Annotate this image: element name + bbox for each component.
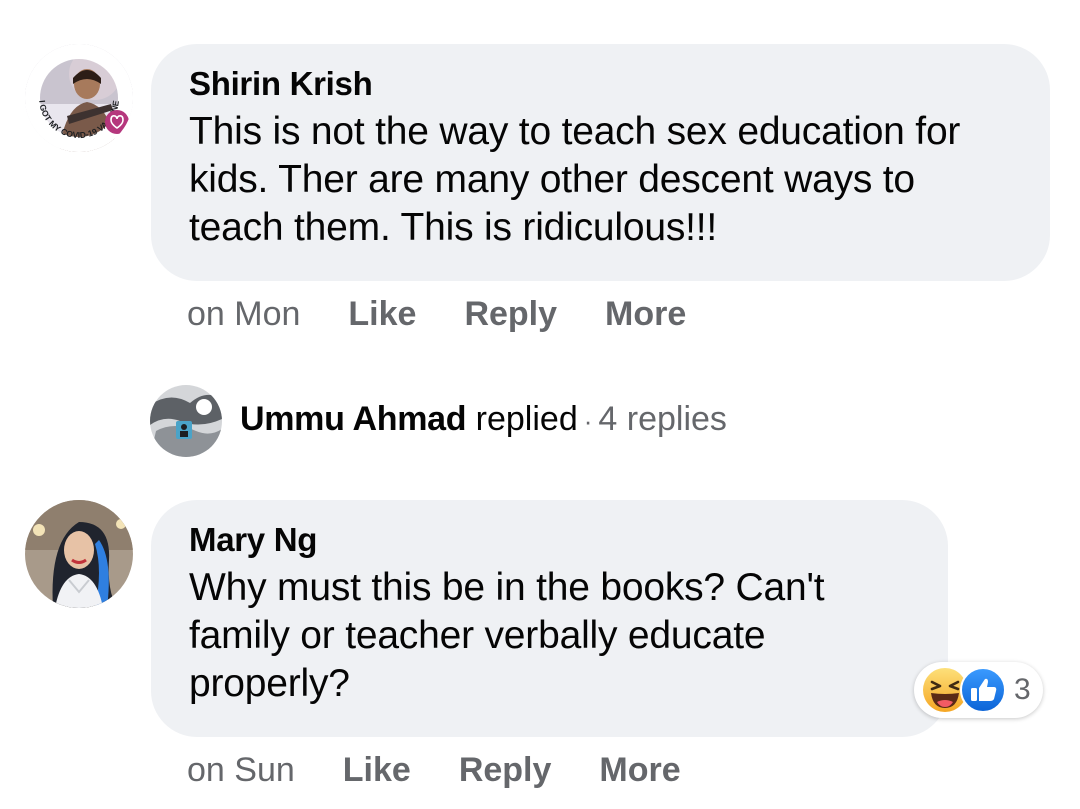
profile-photo (150, 385, 222, 457)
comment-bubble: Shirin Krish This is not the way to teac… (151, 44, 1050, 281)
comment-timestamp[interactable]: on Mon (187, 294, 300, 334)
more-button[interactable]: More (599, 750, 680, 790)
comment-text: Why must this be in the books? Can't fam… (189, 566, 825, 705)
replier-name: Ummu Ahmad (240, 400, 467, 438)
comment-author[interactable]: Shirin Krish (189, 64, 1012, 104)
like-button[interactable]: Like (343, 750, 411, 790)
comment-author[interactable]: Mary Ng (189, 520, 910, 560)
avatar[interactable] (25, 500, 133, 608)
separator-dot: · (583, 406, 593, 436)
avatar[interactable] (150, 385, 222, 457)
profile-photo (25, 500, 133, 608)
like-reaction (960, 667, 1006, 713)
replied-label: replied (475, 400, 578, 438)
comment-bubble: Mary Ng Why must this be in the books? C… (151, 500, 948, 737)
comment-timestamp[interactable]: on Sun (187, 750, 295, 790)
like-icon (960, 667, 1006, 713)
like-button[interactable]: Like (348, 294, 416, 334)
avatar[interactable]: I GOT MY COVID-19 VACCINE (25, 44, 133, 152)
profile-photo: I GOT MY COVID-19 VACCINE (25, 44, 133, 152)
reply-count: 4 replies (598, 400, 727, 438)
comment-actions: on Mon Like Reply More (187, 294, 734, 334)
reply-button[interactable]: Reply (464, 294, 557, 334)
reply-button[interactable]: Reply (459, 750, 552, 790)
view-replies-link[interactable]: Ummu Ahmad replied · 4 replies (240, 398, 727, 442)
reaction-count: 3 (1014, 673, 1031, 706)
reactions-summary[interactable]: 3 (914, 662, 1043, 718)
more-button[interactable]: More (605, 294, 686, 334)
comment-actions: on Sun Like Reply More (187, 750, 729, 790)
comment-text: This is not the way to teach sex educati… (189, 110, 961, 249)
